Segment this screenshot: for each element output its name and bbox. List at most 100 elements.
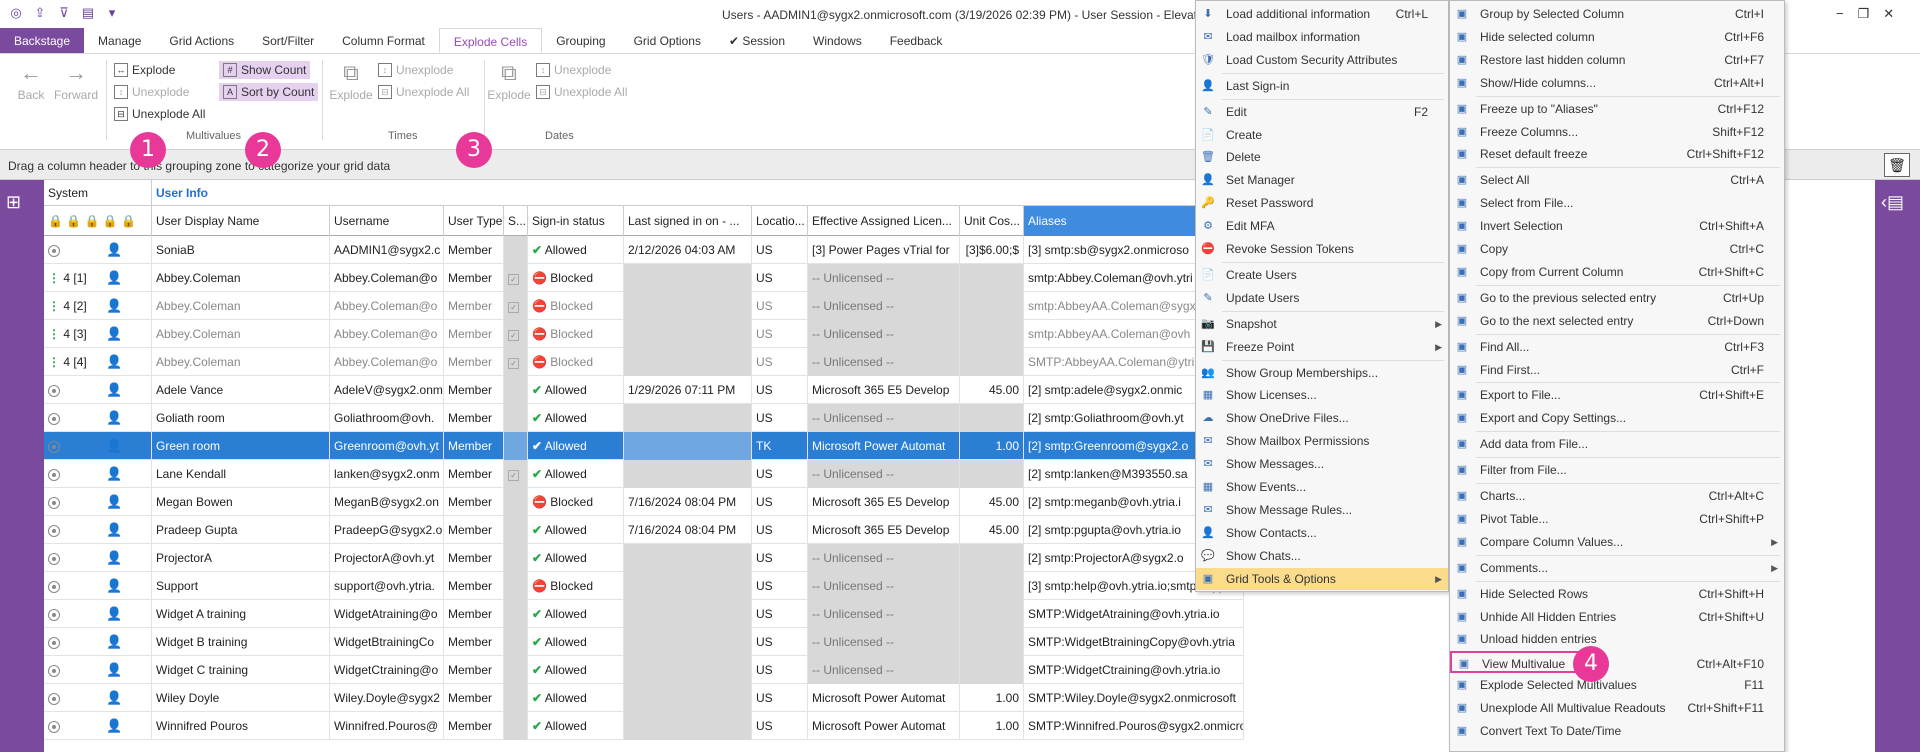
cell-last-signed-in[interactable]: 2/12/2026 04:03 AM bbox=[624, 236, 752, 264]
cell-user-type[interactable]: Member bbox=[444, 544, 504, 572]
cell-license[interactable]: Microsoft Power Automat bbox=[808, 684, 960, 712]
menu-item-convert-text-to-date-time[interactable]: ▣ Convert Text To Date/Time bbox=[1450, 720, 1784, 742]
cell-license[interactable]: -- Unlicensed -- bbox=[808, 600, 960, 628]
cell-sign-in-status[interactable]: ✔ Allowed bbox=[528, 600, 624, 628]
row-radio-icon[interactable] bbox=[48, 412, 60, 425]
menu-item-select-all[interactable]: ▣ Select All Ctrl+A bbox=[1450, 169, 1784, 191]
cell-unit-cost[interactable] bbox=[960, 600, 1024, 628]
cell-location[interactable]: US bbox=[752, 628, 808, 656]
cell-unit-cost[interactable]: 1.00 bbox=[960, 432, 1024, 460]
cell-sign-in-status[interactable]: ✔ Allowed bbox=[528, 460, 624, 488]
cell-user-type[interactable]: Member bbox=[444, 320, 504, 348]
cell-location[interactable]: US bbox=[752, 516, 808, 544]
cell-license[interactable]: -- Unlicensed -- bbox=[808, 628, 960, 656]
lock-columns-header[interactable]: 🔒 🔒 🔒 🔒 🔒 bbox=[44, 206, 152, 236]
dates-unexplode-all-button[interactable]: ⊟ Unexplode All bbox=[536, 85, 627, 99]
row-radio-icon[interactable] bbox=[48, 636, 60, 649]
table-row[interactable]: 👤 Pradeep Gupta PradeepG@sygx2.o Member ✔ Al… bbox=[44, 516, 1244, 544]
menu-item-show-onedrive-files[interactable]: ☁ Show OneDrive Files... bbox=[1196, 407, 1448, 429]
cell-sign-in-status[interactable]: ⛔ Blocked bbox=[528, 572, 624, 600]
cell-unit-cost[interactable]: 45.00 bbox=[960, 376, 1024, 404]
cell-display-name[interactable]: Adele Vance bbox=[152, 376, 330, 404]
cell-user-type[interactable]: Member bbox=[444, 488, 504, 516]
row-radio-icon[interactable] bbox=[48, 244, 60, 257]
table-row[interactable]: 👤 Support support@ovh.ytria. Member ⛔ Blocke… bbox=[44, 572, 1244, 600]
cell-username[interactable]: Goliathroom@ovh. bbox=[330, 404, 444, 432]
column-header-name[interactable]: User Display Name bbox=[152, 206, 330, 236]
row-radio-icon[interactable] bbox=[48, 664, 60, 677]
cell-sign-in-status[interactable]: ✔ Allowed bbox=[528, 404, 624, 432]
cell-username[interactable]: Greenroom@ovh.yt bbox=[330, 432, 444, 460]
cell-license[interactable]: -- Unlicensed -- bbox=[808, 320, 960, 348]
cell-last-signed-in[interactable]: 7/16/2024 08:04 PM bbox=[624, 516, 752, 544]
row-radio-icon[interactable] bbox=[48, 580, 60, 593]
cell-display-name[interactable]: Abbey.Coleman bbox=[152, 264, 330, 292]
cell-license[interactable]: Microsoft 365 E5 Develop bbox=[808, 488, 960, 516]
cell-display-name[interactable]: SoniaB bbox=[152, 236, 330, 264]
cell-user-type[interactable]: Member bbox=[444, 348, 504, 376]
menu-item-show-contacts[interactable]: 👤 Show Contacts... bbox=[1196, 522, 1448, 544]
cell-license[interactable]: -- Unlicensed -- bbox=[808, 572, 960, 600]
tab-sort-filter[interactable]: Sort/Filter bbox=[248, 28, 328, 53]
menu-item-unexplode-all-multivalue-readouts[interactable]: ▣ Unexplode All Multivalue Readouts Ctrl+S… bbox=[1450, 697, 1784, 719]
dates-explode-button[interactable]: ⧉ Explode bbox=[486, 58, 532, 102]
cell-unit-cost[interactable] bbox=[960, 628, 1024, 656]
cell-last-signed-in[interactable] bbox=[624, 264, 752, 292]
menu-item-set-manager[interactable]: 👤 Set Manager bbox=[1196, 169, 1448, 191]
cell-sign-in-status[interactable]: ✔ Allowed bbox=[528, 544, 624, 572]
minimize-icon[interactable]: − bbox=[1836, 6, 1844, 22]
cell-username[interactable]: support@ovh.ytria. bbox=[330, 572, 444, 600]
menu-item-unload-hidden-entries[interactable]: ▣ Unload hidden entries bbox=[1450, 628, 1784, 650]
cell-username[interactable]: WidgetCtraining@o bbox=[330, 656, 444, 684]
cell-aliases[interactable]: SMTP:Wiley.Doyle@sygx2.onmicrosoft bbox=[1024, 684, 1244, 712]
cell-s[interactable] bbox=[504, 628, 528, 656]
table-row[interactable]: 👤 Wiley Doyle Wiley.Doyle@sygx2 Member ✔ All… bbox=[44, 684, 1244, 712]
cell-location[interactable]: US bbox=[752, 544, 808, 572]
menu-item-load-additional-information[interactable]: ⬇ Load additional information Ctrl+L bbox=[1196, 3, 1448, 25]
cell-aliases[interactable]: SMTP:WidgetCtraining@ovh.ytria.io bbox=[1024, 656, 1244, 684]
table-row[interactable]: 👤 Widget B training WidgetBtrainingCo Membe… bbox=[44, 628, 1244, 656]
column-header-status[interactable]: Sign-in status bbox=[528, 206, 624, 236]
menu-item-filter-from-file[interactable]: ▣ Filter from File... bbox=[1450, 459, 1784, 481]
tab-grouping[interactable]: Grouping bbox=[542, 28, 619, 53]
cell-display-name[interactable]: Goliath room bbox=[152, 404, 330, 432]
cell-s[interactable]: ✓ bbox=[504, 320, 528, 348]
cell-unit-cost[interactable] bbox=[960, 404, 1024, 432]
cell-s[interactable] bbox=[504, 600, 528, 628]
table-row[interactable]: 👤 Megan Bowen MeganB@sygx2.on Member ⛔ Block… bbox=[44, 488, 1244, 516]
cell-location[interactable]: US bbox=[752, 488, 808, 516]
times-unexplode-button[interactable]: ↕ Unexplode bbox=[378, 63, 453, 77]
menu-item-view-multivalue[interactable]: ▣ View Multivalue Ctrl+Alt+F10 bbox=[1450, 651, 1764, 674]
row-radio-icon[interactable] bbox=[48, 384, 60, 397]
cell-s[interactable]: ✓ bbox=[504, 460, 528, 488]
cell-sign-in-status[interactable]: ⛔ Blocked bbox=[528, 348, 624, 376]
cell-location[interactable]: US bbox=[752, 404, 808, 432]
table-row[interactable]: 👤 Winnifred Pouros Winnifred.Pouros@ Member… bbox=[44, 712, 1244, 740]
menu-item-create-users[interactable]: 📄 Create Users bbox=[1196, 264, 1448, 286]
row-radio-icon[interactable] bbox=[48, 552, 60, 565]
column-header-user[interactable]: Username bbox=[330, 206, 444, 236]
cell-unit-cost[interactable] bbox=[960, 264, 1024, 292]
cell-s[interactable]: ✓ bbox=[504, 348, 528, 376]
table-row[interactable]: ⋮ 4 [4] 👤 Abbey.Coleman Abbey.Coleman@o Mem… bbox=[44, 348, 1244, 376]
row-radio-icon[interactable] bbox=[48, 440, 60, 453]
menu-item-compare-column-values[interactable]: ▣ Compare Column Values... ▶ bbox=[1450, 531, 1784, 553]
column-header-type[interactable]: User Type bbox=[444, 206, 504, 236]
cell-display-name[interactable]: Widget A training bbox=[152, 600, 330, 628]
cell-display-name[interactable]: ProjectorA bbox=[152, 544, 330, 572]
cell-sign-in-status[interactable]: ✔ Allowed bbox=[528, 628, 624, 656]
cell-user-type[interactable]: Member bbox=[444, 264, 504, 292]
menu-item-unhide-all-hidden-entries[interactable]: ▣ Unhide All Hidden Entries Ctrl+Shift+U bbox=[1450, 606, 1784, 628]
cell-username[interactable]: Winnifred.Pouros@ bbox=[330, 712, 444, 740]
table-row[interactable]: 👤 Goliath room Goliathroom@ovh. Member ✔ All… bbox=[44, 404, 1244, 432]
back-button[interactable]: ← Back bbox=[14, 58, 48, 102]
table-row[interactable]: 👤 Adele Vance AdeleV@sygx2.onm Member ✔ Allo… bbox=[44, 376, 1244, 404]
cell-sign-in-status[interactable]: ⛔ Blocked bbox=[528, 264, 624, 292]
menu-item-snapshot[interactable]: 📷 Snapshot ▶ bbox=[1196, 313, 1448, 335]
row-radio-icon[interactable] bbox=[48, 608, 60, 621]
cell-location[interactable]: US bbox=[752, 600, 808, 628]
menu-item-delete[interactable]: 🗑 Delete bbox=[1196, 146, 1448, 168]
cell-s[interactable] bbox=[504, 404, 528, 432]
tab-backstage[interactable]: Backstage bbox=[0, 28, 85, 53]
cell-sign-in-status[interactable]: ✔ Allowed bbox=[528, 684, 624, 712]
